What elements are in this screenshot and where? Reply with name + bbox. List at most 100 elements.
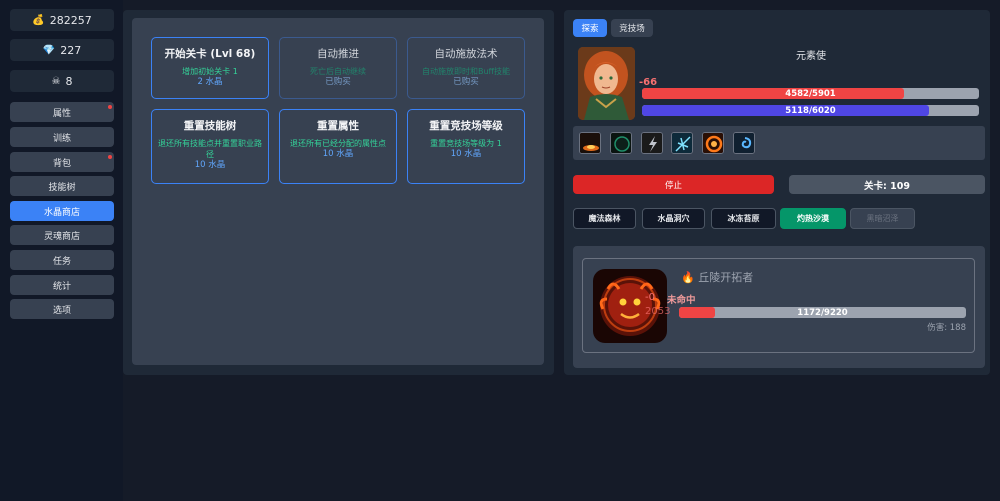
zone-label: 水晶洞穴 (657, 214, 690, 223)
gold-value: 282257 (49, 13, 92, 27)
fire-icon: 🔥 (681, 271, 695, 284)
hp-text: 4582/5901 (785, 88, 836, 99)
nav-quests[interactable]: 任务 (10, 250, 114, 270)
notification-dot (108, 105, 112, 109)
card-cost: 10 水晶 (322, 149, 354, 159)
lightning-skill-icon[interactable] (641, 132, 663, 154)
hero-class-name: 元素使 (796, 51, 826, 62)
gem-value: 227 (60, 43, 82, 57)
hp-text: 1172/9220 (797, 307, 848, 318)
card-description: 增加初始关卡 1 (182, 67, 238, 76)
hero-portrait (578, 47, 635, 120)
card-description: 退还所有已经分配的属性点 (290, 139, 386, 148)
zone-label: 灼热沙漠 (797, 214, 829, 223)
battle-panel: 探索 竞技场 元素使 -66 4582/5901 5118/6020 停止 关卡… (564, 10, 990, 375)
nav-attributes[interactable]: 属性 (10, 102, 114, 122)
nav-label: 训练 (52, 133, 71, 144)
nav-label: 水晶商店 (43, 207, 80, 218)
notification-dot (108, 155, 112, 159)
nav-options[interactable]: 选项 (10, 299, 114, 319)
ice-shard-skill-icon[interactable] (671, 132, 693, 154)
card-cost: 10 水晶 (194, 160, 226, 170)
nav-training[interactable]: 训练 (10, 127, 114, 147)
enemy-area: 🔥 丘陵开拓者 -0 未命中 2053 1172/9220 伤害: 188 (573, 246, 985, 368)
nav-label: 技能树 (48, 182, 76, 193)
shop-card-auto-advance: 自动推进 死亡后自动继续 已购买 (279, 37, 397, 99)
enemy-card[interactable]: 🔥 丘陵开拓者 -0 未命中 2053 1172/9220 伤害: 188 (582, 258, 975, 353)
card-title: 重置技能树 (183, 120, 237, 132)
card-cost: 已购买 (453, 77, 479, 87)
hero-hp-bar: 4582/5901 (642, 88, 979, 99)
card-description: 自动施放即时和Buff技能 (421, 67, 511, 76)
tab-explore[interactable]: 探索 (573, 19, 607, 37)
card-cost: 2 水晶 (197, 77, 223, 87)
card-title: 重置属性 (317, 120, 359, 132)
zone-magic-forest[interactable]: 魔法森林 (573, 208, 636, 229)
shop-card-start-level[interactable]: 开始关卡 (Lvl 68) 增加初始关卡 1 2 水晶 (151, 37, 269, 99)
card-title: 自动推进 (317, 48, 359, 60)
nav-inventory[interactable]: 背包 (10, 152, 114, 172)
card-description: 重置竞技场等级为 1 (430, 139, 502, 148)
mp-text: 5118/6020 (785, 105, 836, 116)
nav-label: 选项 (52, 305, 71, 316)
gold-counter: 💰 282257 (10, 9, 114, 31)
sidebar: 💰 282257 💎 227 ☠ 8 属性 训练 背包 技能树 水晶商店 灵魂商… (0, 0, 123, 501)
crystal-shop-panel: 开始关卡 (Lvl 68) 增加初始关卡 1 2 水晶 自动推进 死亡后自动继续… (123, 10, 554, 375)
whirlwind-skill-icon[interactable] (733, 132, 755, 154)
card-description: 死亡后自动继续 (310, 67, 366, 76)
nav-label: 统计 (52, 281, 71, 292)
level-label: 关卡: 109 (864, 180, 910, 192)
zone-label: 魔法森林 (588, 214, 621, 223)
stop-label: 停止 (664, 180, 682, 191)
enemy-hp-bar: 1172/9220 (679, 307, 966, 318)
tab-label: 竞技场 (619, 24, 645, 34)
skull-icon: ☠ (51, 75, 61, 87)
zone-scorching-desert[interactable]: 灼热沙漠 (780, 208, 846, 229)
shop-card-auto-cast: 自动施放法术 自动施放即时和Buff技能 已购买 (407, 37, 525, 99)
hero-status: 元素使 -66 4582/5901 5118/6020 (573, 43, 985, 125)
fire-shield-skill-icon[interactable] (702, 132, 724, 154)
zone-label: 冰冻苔原 (727, 214, 760, 223)
nav-label: 属性 (52, 108, 71, 119)
zone-crystal-cave[interactable]: 水晶洞穴 (642, 208, 705, 229)
shop-grid: 开始关卡 (Lvl 68) 增加初始关卡 1 2 水晶 自动推进 死亡后自动继续… (132, 18, 544, 365)
card-title: 重置竞技场等级 (429, 120, 503, 132)
nav-label: 背包 (52, 158, 71, 169)
nav-label: 任务 (52, 256, 71, 267)
gem-counter: 💎 227 (10, 39, 114, 61)
soul-value: 8 (65, 74, 73, 88)
fire-burst-skill-icon[interactable] (579, 132, 601, 154)
nav-statistics[interactable]: 统计 (10, 275, 114, 295)
shop-card-reset-skill-tree[interactable]: 重置技能树 退还所有技能点并重置职业路径 10 水晶 (151, 109, 269, 184)
shop-card-reset-arena[interactable]: 重置竞技场等级 重置竞技场等级为 1 10 水晶 (407, 109, 525, 184)
enemy-damage-stat: 伤害: 188 (927, 323, 966, 333)
zone-dark-swamp: 黑暗沼泽 (850, 208, 915, 229)
hero-mp-bar: 5118/6020 (642, 105, 979, 116)
nav-soul-shop[interactable]: 灵魂商店 (10, 225, 114, 245)
enemy-name-text: 丘陵开拓者 (698, 271, 754, 284)
nav-label: 灵魂商店 (43, 231, 80, 242)
dark-orb-skill-icon[interactable] (610, 132, 632, 154)
shop-card-reset-attributes[interactable]: 重置属性 退还所有已经分配的属性点 10 水晶 (279, 109, 397, 184)
card-title: 开始关卡 (Lvl 68) (164, 48, 256, 60)
card-cost: 已购买 (325, 77, 351, 87)
skill-bar (573, 126, 985, 160)
damage-float: -66 (639, 77, 658, 88)
soul-counter: ☠ 8 (10, 70, 114, 92)
diamond-icon: 💎 (42, 44, 56, 56)
level-button[interactable]: 关卡: 109 (789, 175, 985, 194)
card-description: 退还所有技能点并重置职业路径 (158, 139, 262, 159)
nav-crystal-shop[interactable]: 水晶商店 (10, 201, 114, 221)
zone-frozen-tundra[interactable]: 冰冻苔原 (711, 208, 776, 229)
miss-indicator: 未命中 (667, 295, 696, 306)
card-title: 自动施放法术 (434, 48, 498, 60)
card-cost: 10 水晶 (450, 149, 482, 159)
enemy-damage-float: -0 (645, 292, 655, 303)
nav-skill-tree[interactable]: 技能树 (10, 176, 114, 196)
enemy-damage-float-2: 2053 (645, 306, 671, 317)
tab-arena[interactable]: 竞技场 (611, 19, 653, 37)
enemy-name: 🔥 丘陵开拓者 (681, 269, 753, 285)
tab-label: 探索 (581, 24, 599, 34)
stop-button[interactable]: 停止 (573, 175, 774, 194)
money-bag-icon: 💰 (32, 14, 45, 26)
